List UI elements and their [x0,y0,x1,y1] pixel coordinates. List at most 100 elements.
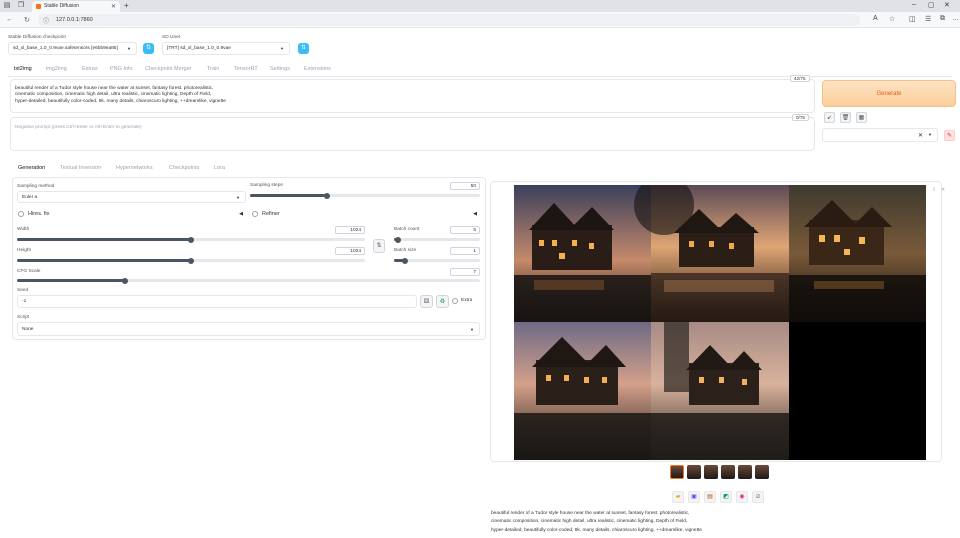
edit-styles-button[interactable]: ✎ [944,130,955,141]
styles-dropdown[interactable]: ✕ ▼ [822,128,938,142]
sampling-steps-slider[interactable] [250,192,480,199]
thumbnail-4[interactable] [738,465,752,479]
script-dropdown[interactable]: None ▼ [17,322,480,336]
subtab-lora[interactable]: Lora [214,165,225,171]
minimize-icon[interactable]: – [912,1,916,8]
slider-handle[interactable] [122,277,129,284]
negative-prompt-textarea[interactable]: Negative prompt (press Ctrl+Enter or Alt… [10,117,815,151]
hires-fix-accordion[interactable]: Hires. fix ◀ [16,208,246,220]
sampling-method-dropdown[interactable]: Euler a ▼ [17,191,246,203]
slider-handle[interactable] [401,257,408,264]
generated-image-5[interactable] [651,322,789,460]
seed-input[interactable]: -1 [17,295,417,308]
prompt-textarea[interactable]: beautiful render of a Tudor style house … [10,79,815,113]
save-icon[interactable]: ▣ [688,491,700,503]
slider-fill [17,259,191,262]
tab-settings[interactable]: Settings [270,66,290,72]
tab-actions-icon[interactable]: ❐ [17,2,25,10]
height-input[interactable]: 1024 [335,247,365,255]
slider-fill [17,238,191,241]
send-to-inpaint-icon[interactable]: ◉ [736,491,748,503]
extra-seed-toggle[interactable]: Extra [450,296,480,308]
image-grid[interactable] [514,185,926,460]
width-input[interactable]: 1024 [335,226,365,234]
generated-image-2[interactable] [634,185,789,322]
new-tab-icon[interactable]: + [124,1,129,10]
maximize-icon[interactable]: ▢ [928,1,935,9]
more-icon[interactable]: … [952,15,959,22]
thumbnail-1[interactable] [687,465,701,479]
address-bar[interactable]: ⓘ 127.0.0.1:7860 [38,14,860,26]
trash-icon[interactable]: 🗑 [840,112,851,123]
tab-tensorrt[interactable]: TensorRT [234,66,258,72]
tab-img2img[interactable]: img2img [46,66,67,72]
swap-dimensions-button[interactable]: ⇅ [373,239,385,253]
zip-icon[interactable]: ▤ [704,491,716,503]
split-screen-icon[interactable]: ◫ [909,15,916,23]
checkpoint-dropdown[interactable]: sd_xl_base_1.0_0.9vae.safetensors [e6bb9… [8,42,137,55]
browser-menu-icon[interactable]: ▤ [3,2,11,10]
cfg-scale-input[interactable]: 7 [450,268,480,276]
browser-tab[interactable]: Stable Diffusion ✕ [32,1,120,12]
favorites-bar-icon[interactable]: ☰ [925,15,931,23]
read-aloud-icon[interactable]: A [873,15,878,22]
subtab-hypernetworks[interactable]: Hypernetworks [116,165,153,171]
batch-size-input[interactable]: 1 [450,247,480,255]
negative-prompt-placeholder: Negative prompt (press Ctrl+Enter or Alt… [15,125,142,130]
refresh-checkpoint-button[interactable]: ⇅ [143,43,154,54]
tab-extras[interactable]: Extras [82,66,98,72]
styles-icon[interactable]: ▦ [856,112,867,123]
slider-handle[interactable] [188,236,194,243]
close-tab-icon[interactable]: ✕ [111,3,116,10]
close-window-icon[interactable]: ✕ [944,1,950,9]
generated-image-4[interactable] [514,322,651,460]
subtab-generation[interactable]: Generation [18,165,45,171]
batch-count-input[interactable]: 5 [450,226,480,234]
refresh-unet-button[interactable]: ⇅ [298,43,309,54]
chevron-down-icon: ▼ [127,46,131,51]
clear-icon[interactable]: ✕ [918,132,923,139]
thumbnail-grid[interactable] [670,465,684,479]
subtab-textual-inversion[interactable]: Textual Inversion [60,165,101,171]
random-seed-dice-icon[interactable]: ⚄ [420,295,433,308]
thumbnail-3[interactable] [721,465,735,479]
tab-txt2img[interactable]: txt2img [14,66,32,72]
extra-checkbox[interactable] [452,298,458,304]
subtab-checkpoints[interactable]: Checkpoints [169,165,199,171]
hires-fix-checkbox[interactable] [18,211,24,217]
batch-size-slider[interactable] [394,257,480,264]
cfg-scale-slider[interactable] [17,277,480,284]
generated-image-3[interactable] [789,185,926,322]
sampling-steps-input[interactable]: 50 [450,182,480,190]
send-to-extras-icon[interactable]: ⧄ [752,491,764,503]
chevron-down-icon: ▼ [928,132,932,137]
slider-handle[interactable] [323,192,330,199]
refiner-accordion[interactable]: Refiner ◀ [250,208,480,220]
width-slider[interactable] [17,236,365,243]
tab-png-info[interactable]: PNG Info [110,66,133,72]
send-to-img2img-icon[interactable]: ◩ [720,491,732,503]
tab-train[interactable]: Train [207,66,219,72]
open-folder-icon[interactable]: ▰ [672,491,684,503]
reuse-seed-recycle-icon[interactable]: ♻ [436,295,449,308]
slider-handle[interactable] [188,257,194,264]
slider-handle[interactable] [395,236,402,243]
thumbnail-2[interactable] [704,465,718,479]
paste-icon[interactable]: ↙ [824,112,835,123]
sd-unet-dropdown[interactable]: [TRT] sd_xl_base_1.0_0.9vae ▼ [162,42,290,55]
batch-count-slider[interactable] [394,236,480,243]
height-slider[interactable] [17,257,365,264]
tab-extensions[interactable]: Extensions [304,66,331,72]
reload-icon[interactable]: ↻ [24,16,30,24]
collections-icon[interactable]: ⧉ [940,15,945,23]
tab-checkpoint-merger[interactable]: Checkpoint Merger [145,66,191,72]
download-icon[interactable]: ⇩ [932,187,936,193]
close-gallery-icon[interactable]: ✕ [941,187,945,193]
refiner-checkbox[interactable] [252,211,258,217]
generate-button[interactable]: Generate [822,80,956,107]
thumbnail-5[interactable] [755,465,769,479]
generated-image-1[interactable] [514,185,651,322]
seed-label: Seed [17,288,29,293]
favorite-icon[interactable]: ☆ [889,15,895,23]
back-icon[interactable]: ← [6,16,13,23]
